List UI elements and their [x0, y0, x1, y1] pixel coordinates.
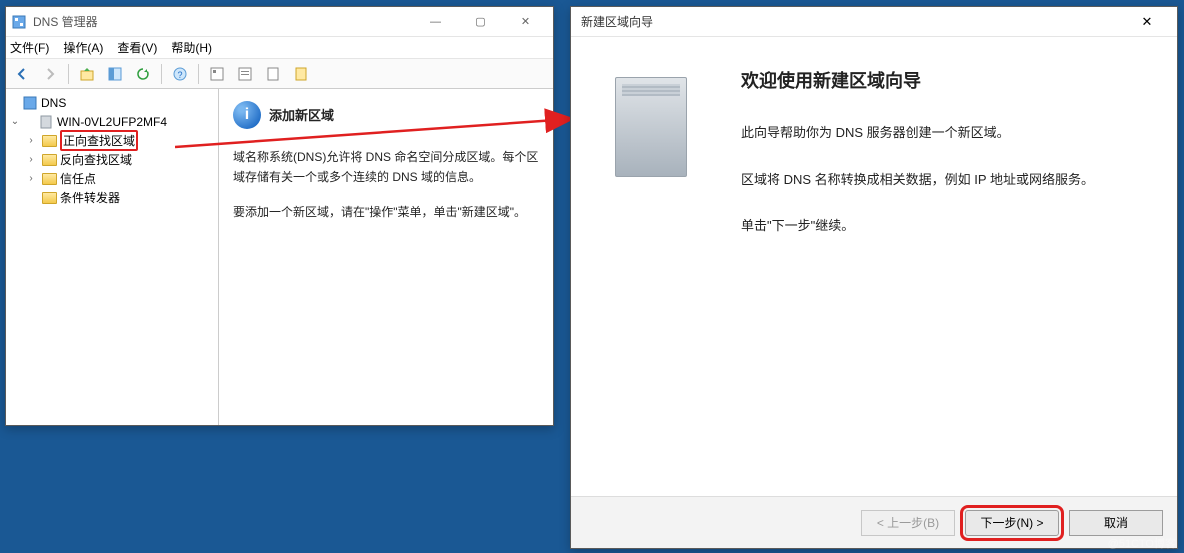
toolbar: ? — [6, 59, 553, 89]
split-body: DNS ⌄ WIN-0VL2UFP2MF4 › 正向查找区域 › 反向查找区 — [6, 89, 553, 425]
show-hide-button[interactable] — [103, 63, 127, 85]
toolbar-separator — [161, 64, 162, 84]
expand-icon[interactable]: › — [24, 173, 38, 184]
next-button[interactable]: 下一步(N) > — [965, 510, 1059, 536]
tree-label: DNS — [41, 96, 66, 110]
folder-icon — [42, 173, 57, 185]
content-header: i 添加新区域 — [233, 101, 539, 129]
minimize-button[interactable]: ― — [413, 8, 458, 36]
cancel-button[interactable]: 取消 — [1069, 510, 1163, 536]
titlebar[interactable]: DNS 管理器 ― ▢ ✕ — [6, 7, 553, 37]
wizard-p1: 此向导帮助你为 DNS 服务器创建一个新区域。 — [741, 121, 1147, 146]
server-illustration — [615, 77, 687, 177]
collapse-icon[interactable]: ⌄ — [8, 116, 22, 127]
toolbar-separator — [68, 64, 69, 84]
window-title: DNS 管理器 — [33, 13, 413, 30]
folder-icon — [42, 154, 57, 166]
action-button-3[interactable] — [261, 63, 285, 85]
content-para-1: 域名称系统(DNS)允许将 DNS 命名空间分成区域。每个区域存储有关一个或多个… — [233, 147, 539, 188]
new-zone-wizard-window: 新建区域向导 ✕ 欢迎使用新建区域向导 此向导帮助你为 DNS 服务器创建一个新… — [570, 6, 1178, 549]
tree-server[interactable]: ⌄ WIN-0VL2UFP2MF4 — [8, 112, 216, 131]
wizard-titlebar[interactable]: 新建区域向导 ✕ — [571, 7, 1177, 37]
tree-trust-points[interactable]: › 信任点 — [8, 169, 216, 188]
tree-root-dns[interactable]: DNS — [8, 93, 216, 112]
menubar: 文件(F) 操作(A) 查看(V) 帮助(H) — [6, 37, 553, 59]
info-icon: i — [233, 101, 261, 129]
content-pane: i 添加新区域 域名称系统(DNS)允许将 DNS 命名空间分成区域。每个区域存… — [219, 89, 553, 425]
tree-label: 反向查找区域 — [60, 151, 132, 168]
back-button[interactable] — [10, 63, 34, 85]
expand-icon[interactable]: › — [24, 135, 38, 146]
dns-icon — [22, 95, 38, 111]
svg-text:?: ? — [177, 70, 182, 80]
tree-pane: DNS ⌄ WIN-0VL2UFP2MF4 › 正向查找区域 › 反向查找区 — [6, 89, 219, 425]
wizard-footer: < 上一步(B) 下一步(N) > 取消 — [571, 496, 1177, 548]
toolbar-separator — [198, 64, 199, 84]
maximize-button[interactable]: ▢ — [458, 8, 503, 36]
refresh-button[interactable] — [131, 63, 155, 85]
action-button-1[interactable] — [205, 63, 229, 85]
close-button[interactable]: ✕ — [1127, 8, 1167, 36]
forward-button[interactable] — [38, 63, 62, 85]
help-button[interactable]: ? — [168, 63, 192, 85]
wizard-p2: 区域将 DNS 名称转换成相关数据，例如 IP 地址或网络服务。 — [741, 168, 1147, 193]
menu-view[interactable]: 查看(V) — [117, 39, 157, 56]
tree-conditional-forwarders[interactable]: 条件转发器 — [8, 188, 216, 207]
server-icon — [38, 114, 54, 130]
action-button-2[interactable] — [233, 63, 257, 85]
menu-action[interactable]: 操作(A) — [63, 39, 103, 56]
dns-manager-window: DNS 管理器 ― ▢ ✕ 文件(F) 操作(A) 查看(V) 帮助(H) ? … — [5, 6, 554, 426]
dns-app-icon — [11, 14, 27, 30]
back-button: < 上一步(B) — [861, 510, 955, 536]
content-heading: 添加新区域 — [269, 105, 334, 124]
content-para-2: 要添加一个新区域，请在"操作"菜单，单击"新建区域"。 — [233, 202, 539, 222]
close-button[interactable]: ✕ — [503, 8, 548, 36]
tree-reverse-lookup[interactable]: › 反向查找区域 — [8, 150, 216, 169]
watermark: @51CTO博客 — [1108, 535, 1176, 551]
folder-icon — [42, 135, 57, 147]
tree-forward-lookup[interactable]: › 正向查找区域 — [8, 131, 216, 150]
wizard-heading: 欢迎使用新建区域向导 — [741, 67, 1147, 93]
wizard-main: 欢迎使用新建区域向导 此向导帮助你为 DNS 服务器创建一个新区域。 区域将 D… — [731, 37, 1177, 496]
menu-help[interactable]: 帮助(H) — [171, 39, 212, 56]
folder-icon — [42, 192, 57, 204]
tree-label: 信任点 — [60, 170, 96, 187]
wizard-sidebar — [571, 37, 731, 496]
tree-label: WIN-0VL2UFP2MF4 — [57, 115, 167, 129]
up-button[interactable] — [75, 63, 99, 85]
expand-icon[interactable]: › — [24, 154, 38, 165]
wizard-p3: 单击"下一步"继续。 — [741, 214, 1147, 239]
tree-label: 条件转发器 — [60, 189, 120, 206]
menu-file[interactable]: 文件(F) — [10, 39, 49, 56]
action-button-4[interactable] — [289, 63, 313, 85]
tree-label-selected: 正向查找区域 — [60, 130, 138, 151]
wizard-body: 欢迎使用新建区域向导 此向导帮助你为 DNS 服务器创建一个新区域。 区域将 D… — [571, 37, 1177, 496]
wizard-title: 新建区域向导 — [581, 13, 1127, 30]
